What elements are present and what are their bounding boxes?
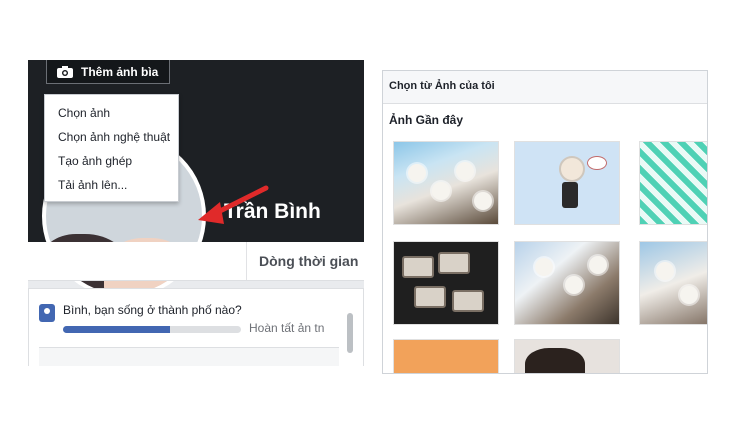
menu-item-choose-artwork[interactable]: Chọn ảnh nghệ thuật	[45, 125, 178, 149]
camera-icon	[57, 65, 73, 78]
profile-tab-bar: Dòng thời gian	[28, 242, 364, 281]
add-cover-photo-label: Thêm ảnh bìa	[81, 64, 159, 79]
add-cover-photo-button[interactable]: Thêm ảnh bìa	[46, 60, 170, 84]
tab-timeline-label: Dòng thời gian	[259, 253, 359, 269]
cover-photo-menu: Chọn ảnh Chọn ảnh nghệ thuật Tạo ảnh ghé…	[44, 94, 179, 202]
annotation-arrow-icon	[198, 185, 269, 224]
photo-thumbnail[interactable]	[514, 241, 620, 325]
completion-label: Hoàn tất ản tn	[249, 321, 325, 335]
menu-item-upload-photo[interactable]: Tải ảnh lên...	[45, 173, 178, 197]
city-question[interactable]: Bình, bạn sống ở thành phố nào?	[63, 303, 242, 317]
tab-timeline[interactable]: Dòng thời gian	[246, 242, 364, 280]
menu-item-create-collage[interactable]: Tạo ảnh ghép	[45, 149, 178, 173]
photo-thumbnail[interactable]	[514, 339, 620, 373]
next-card-preview	[39, 347, 339, 366]
scrollbar[interactable]	[347, 313, 353, 353]
profile-prompt-card: Bình, bạn sống ở thành phố nào? Hoàn tất…	[28, 288, 364, 366]
photo-thumbnail[interactable]	[639, 141, 707, 225]
photo-thumbnail[interactable]	[393, 241, 499, 325]
photo-thumbnail[interactable]	[393, 141, 499, 225]
photo-thumbnail[interactable]	[639, 241, 707, 325]
location-pin-icon	[39, 304, 55, 322]
profile-progress-bar	[63, 326, 241, 333]
menu-item-choose-photo[interactable]: Chọn ảnh	[45, 101, 178, 125]
photo-thumbnail[interactable]	[393, 339, 499, 373]
cover-photo-area: Thêm ảnh bìa Trần Bình Chọn ảnh Chọn ảnh…	[28, 60, 364, 298]
photo-thumbnail[interactable]	[514, 141, 620, 225]
profile-panel: Thêm ảnh bìa Trần Bình Chọn ảnh Chọn ảnh…	[28, 60, 364, 366]
progress-fill	[63, 326, 170, 333]
recent-photos-title: Ảnh Gần đây	[389, 113, 464, 127]
picker-header: Chọn từ Ảnh của tôi	[383, 71, 707, 104]
photo-picker-dialog: Chọn từ Ảnh của tôi Ảnh Gần đây	[382, 70, 708, 374]
